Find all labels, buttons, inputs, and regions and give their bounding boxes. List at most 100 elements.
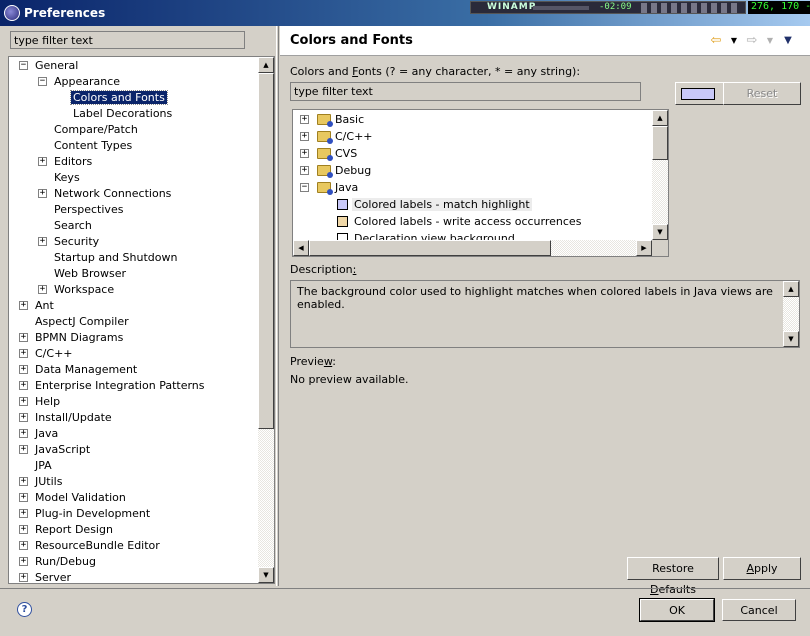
tree-item[interactable]: Run/Debug	[33, 554, 98, 570]
forward-arrow-icon[interactable]: ⇨	[744, 34, 760, 48]
tree-item[interactable]: Report Design	[33, 522, 115, 538]
expand-plus-icon[interactable]: +	[19, 573, 28, 582]
expand-plus-icon[interactable]: +	[300, 149, 309, 158]
expand-plus-icon[interactable]: +	[19, 333, 28, 342]
color-tree-item[interactable]: C/C++	[333, 129, 375, 145]
expand-plus-icon[interactable]: +	[19, 397, 28, 406]
tree-item[interactable]: Label Decorations	[71, 106, 174, 122]
expand-plus-icon[interactable]: +	[19, 413, 28, 422]
expand-plus-icon[interactable]: +	[19, 381, 28, 390]
tree-item[interactable]: BPMN Diagrams	[33, 330, 125, 346]
tree-item-label: Data Management	[35, 363, 138, 376]
back-arrow-icon[interactable]: ⇦	[708, 34, 724, 48]
restore-defaults-button[interactable]: Restore Defaults	[627, 557, 719, 596]
tree-filter-input[interactable]: type filter text	[10, 31, 245, 49]
color-tree-item[interactable]: Basic	[333, 112, 366, 128]
tree-item[interactable]: Data Management	[33, 362, 139, 378]
expand-plus-icon[interactable]: +	[19, 493, 28, 502]
expand-plus-icon[interactable]: +	[19, 445, 28, 454]
collapse-minus-icon[interactable]: −	[300, 183, 309, 192]
color-tree-hscroll[interactable]: ◀ ▶	[293, 240, 652, 256]
expand-plus-icon[interactable]: +	[300, 115, 309, 124]
expand-plus-icon[interactable]: +	[300, 132, 309, 141]
apply-button[interactable]: Apply	[723, 557, 801, 580]
tree-item[interactable]: ResourceBundle Editor	[33, 538, 162, 554]
expand-plus-icon[interactable]: +	[38, 189, 47, 198]
forward-menu-chevron-down-icon[interactable]: ▼	[766, 34, 774, 48]
back-menu-chevron-down-icon[interactable]: ▼	[730, 34, 738, 48]
tree-scrollbar[interactable]: ▲ ▼	[258, 57, 274, 583]
help-icon[interactable]: ?	[17, 602, 32, 617]
expand-plus-icon[interactable]: +	[19, 429, 28, 438]
tree-item[interactable]: Security	[52, 234, 101, 250]
cancel-button[interactable]: Cancel	[722, 599, 796, 621]
expand-plus-icon[interactable]: +	[19, 541, 28, 550]
expand-plus-icon[interactable]: +	[38, 237, 47, 246]
scroll-down-arrow-icon[interactable]: ▼	[783, 331, 799, 347]
color-tree-item[interactable]: Java	[333, 180, 360, 196]
pane-splitter[interactable]	[276, 26, 279, 586]
tree-item[interactable]: Appearance	[52, 74, 122, 90]
tree-item[interactable]: Colors and Fonts	[70, 90, 168, 106]
tree-item[interactable]: Web Browser	[52, 266, 128, 282]
tree-item[interactable]: AspectJ Compiler	[33, 314, 131, 330]
tree-item[interactable]: Compare/Patch	[52, 122, 140, 138]
description-scrollbar[interactable]: ▲ ▼	[783, 281, 799, 347]
scroll-down-arrow-icon[interactable]: ▼	[652, 224, 668, 240]
ok-button[interactable]: OK	[639, 598, 715, 622]
winamp-controls[interactable]	[641, 3, 741, 13]
expand-plus-icon[interactable]: +	[19, 349, 28, 358]
expand-plus-icon[interactable]: +	[38, 285, 47, 294]
collapse-minus-icon[interactable]: −	[19, 61, 28, 70]
tree-item[interactable]: Ant	[33, 298, 56, 314]
expand-plus-icon[interactable]: +	[19, 301, 28, 310]
tree-item[interactable]: JavaScript	[33, 442, 92, 458]
tree-item[interactable]: Help	[33, 394, 62, 410]
tree-item[interactable]: Startup and Shutdown	[52, 250, 179, 266]
tree-item[interactable]: Search	[52, 218, 94, 234]
collapse-minus-icon[interactable]: −	[38, 77, 47, 86]
reset-button[interactable]: Reset	[723, 82, 801, 105]
tree-item[interactable]: Plug-in Development	[33, 506, 152, 522]
tree-item[interactable]: Server	[33, 570, 73, 583]
tree-item[interactable]: JPA	[33, 458, 54, 474]
scroll-up-arrow-icon[interactable]: ▲	[258, 57, 274, 73]
tree-item[interactable]: Content Types	[52, 138, 134, 154]
tree-item[interactable]: C/C++	[33, 346, 75, 362]
scroll-up-arrow-icon[interactable]: ▲	[652, 110, 668, 126]
tree-item[interactable]: Network Connections	[52, 186, 173, 202]
color-tree-scroll-thumb[interactable]	[652, 126, 668, 160]
expand-plus-icon[interactable]: +	[19, 477, 28, 486]
scroll-left-arrow-icon[interactable]: ◀	[293, 240, 309, 256]
scroll-down-arrow-icon[interactable]: ▼	[258, 567, 274, 583]
tree-item[interactable]: Keys	[52, 170, 82, 186]
expand-plus-icon[interactable]: +	[19, 365, 28, 374]
tree-item[interactable]: Install/Update	[33, 410, 114, 426]
view-menu-chevron-down-icon[interactable]: ▼	[782, 34, 794, 48]
tree-item[interactable]: Model Validation	[33, 490, 128, 506]
scroll-right-arrow-icon[interactable]: ▶	[636, 240, 652, 256]
color-tree-item[interactable]: Colored labels - write access occurrence…	[352, 214, 583, 230]
color-tree-item[interactable]: Debug	[333, 163, 373, 179]
winamp-player[interactable]: WINAMP -02:09	[470, 1, 746, 14]
color-tree-item[interactable]: Colored labels - match highlight	[352, 197, 532, 213]
tree-item[interactable]: Enterprise Integration Patterns	[33, 378, 207, 394]
tree-item[interactable]: Perspectives	[52, 202, 125, 218]
winamp-seek-bar[interactable]	[533, 6, 589, 10]
expand-plus-icon[interactable]: +	[19, 525, 28, 534]
expand-plus-icon[interactable]: +	[19, 509, 28, 518]
tree-item[interactable]: General	[33, 58, 80, 74]
tree-item[interactable]: Workspace	[52, 282, 116, 298]
expand-plus-icon[interactable]: +	[19, 557, 28, 566]
expand-plus-icon[interactable]: +	[38, 157, 47, 166]
scroll-up-arrow-icon[interactable]: ▲	[783, 281, 799, 297]
tree-item[interactable]: Java	[33, 426, 60, 442]
tree-item[interactable]: JUtils	[33, 474, 64, 490]
color-tree-item[interactable]: CVS	[333, 146, 359, 162]
tree-item[interactable]: Editors	[52, 154, 94, 170]
color-tree-vscroll[interactable]: ▲ ▼	[652, 110, 668, 240]
expand-plus-icon[interactable]: +	[300, 166, 309, 175]
tree-scroll-thumb[interactable]	[258, 73, 274, 429]
color-tree-hscroll-thumb[interactable]	[309, 240, 551, 256]
color-filter-input[interactable]: type filter text	[290, 82, 641, 101]
